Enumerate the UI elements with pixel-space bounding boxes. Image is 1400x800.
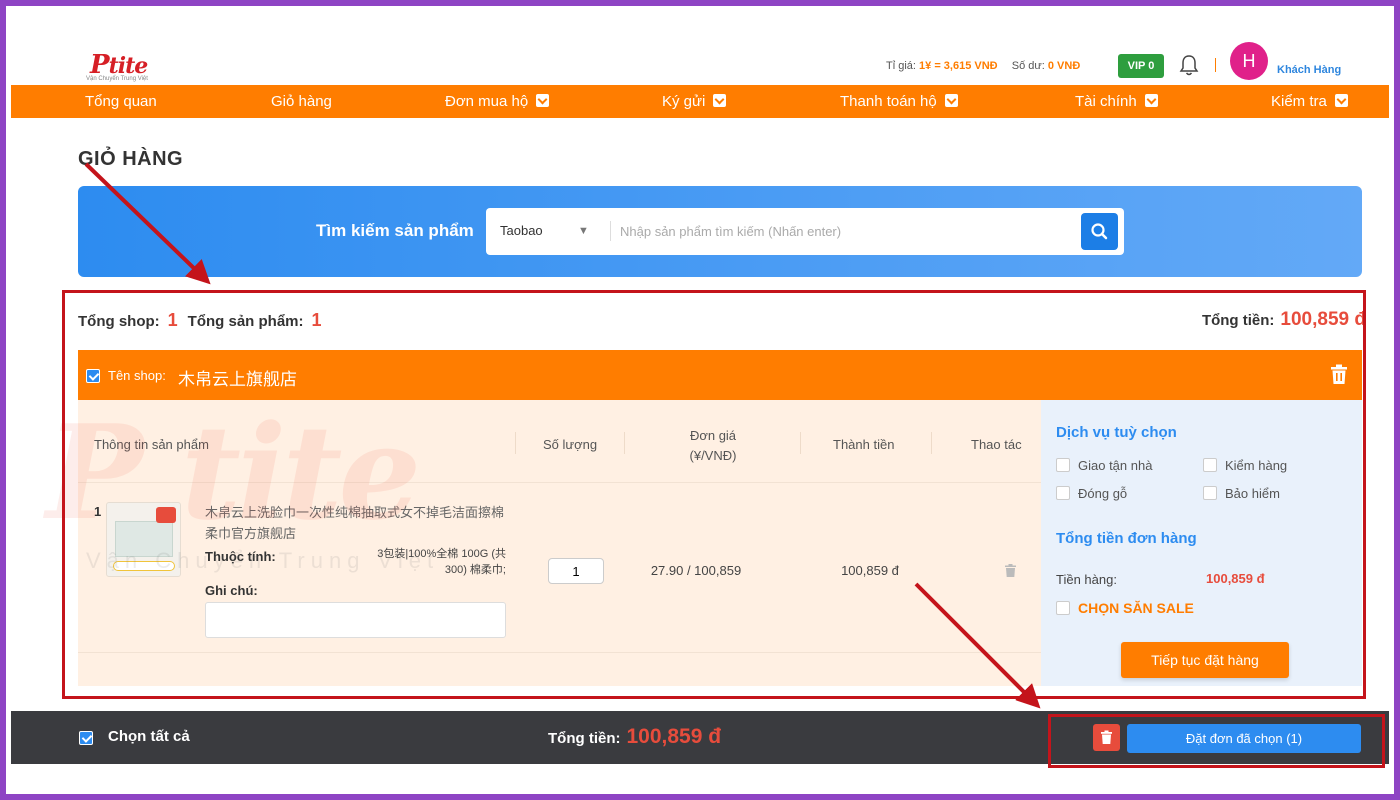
annotation-arrows [84, 162, 1041, 709]
annotation-arrow [914, 582, 1041, 709]
page-frame: Ptite Vận Chuyển Trung Việt Tỉ giá: 1¥ =… [6, 6, 1394, 794]
annotation-arrow [84, 162, 211, 285]
